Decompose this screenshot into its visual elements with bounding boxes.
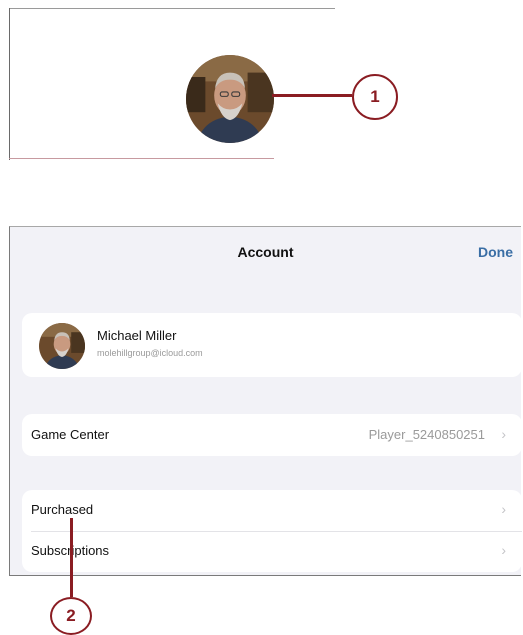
game-center-player-id: Player_5240850251 — [368, 427, 485, 442]
callout-2-leader — [70, 518, 73, 597]
profile-photo — [39, 323, 85, 369]
subscriptions-row[interactable]: Subscriptions › — [22, 532, 522, 572]
chevron-right-icon: › — [501, 542, 506, 558]
done-button[interactable]: Done — [478, 244, 513, 260]
game-center-label: Game Center — [31, 427, 110, 442]
callout-1-leader — [272, 94, 352, 97]
chevron-right-icon: › — [501, 501, 506, 517]
avatar — [39, 323, 85, 369]
profile-email: molehillgroup@icloud.com — [97, 348, 203, 358]
chevron-right-icon: › — [501, 426, 506, 442]
profile-photo — [186, 55, 274, 143]
game-center-row[interactable]: Game Center Player_5240850251 › — [22, 414, 522, 456]
profile-avatar-button[interactable] — [186, 55, 274, 143]
frame-edge-bottom — [9, 158, 274, 159]
callout-2: 2 — [50, 597, 92, 635]
frame-edge-left — [9, 8, 10, 160]
profile-card[interactable]: Michael Miller molehillgroup@icloud.com — [22, 313, 522, 377]
callout-1: 1 — [352, 74, 398, 120]
account-sheet: Account Done Michael Miller molehillgrou… — [9, 226, 522, 576]
purchases-group: Purchased › Subscriptions › — [22, 490, 522, 572]
page-title: Account — [237, 244, 294, 260]
purchased-row[interactable]: Purchased › — [22, 490, 522, 531]
purchased-label: Purchased — [31, 502, 94, 517]
frame-edge-top — [9, 8, 335, 9]
top-crop-frame — [9, 8, 335, 160]
profile-name: Michael Miller — [97, 328, 177, 343]
